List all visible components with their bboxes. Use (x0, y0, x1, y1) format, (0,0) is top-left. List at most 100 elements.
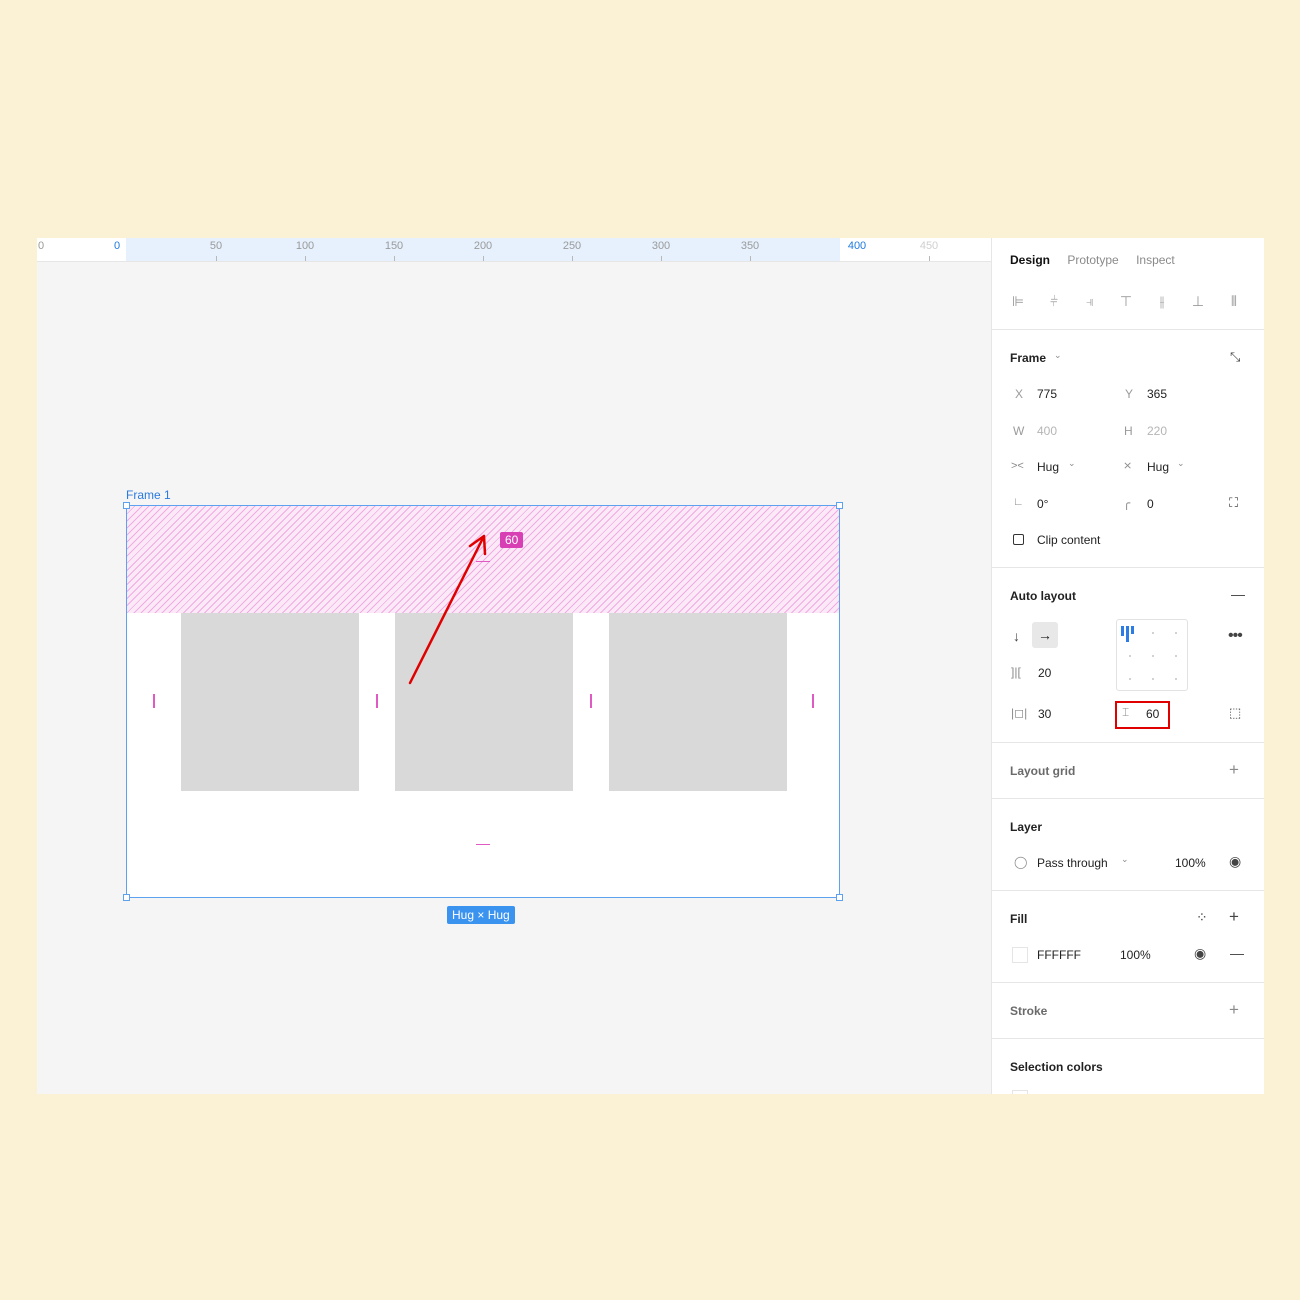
tab-inspect[interactable]: Inspect (1136, 253, 1175, 267)
arrow-right-icon: → (1038, 627, 1052, 643)
fill-opacity-field[interactable]: 100% (1120, 948, 1151, 962)
remove-auto-layout-icon[interactable]: — (1231, 586, 1245, 602)
add-icon[interactable]: + (1229, 760, 1239, 780)
item-spacing-field[interactable]: 20 (1038, 666, 1051, 680)
annotation-highlight-box (1115, 701, 1170, 729)
selection-colors-section-title: Selection colors (1010, 1060, 1103, 1074)
properties-panel: Design Prototype Inspect ⊫ ⫩ ⫣ ⊤ ⫲ ⊥ ⫴ F… (991, 238, 1264, 1094)
blend-mode-select[interactable]: Pass through (1037, 856, 1108, 870)
align-left-icon[interactable]: ⊫ (1010, 293, 1026, 310)
ruler-label: 100 (295, 240, 315, 252)
distribute-icon[interactable]: ⫴ (1226, 293, 1242, 310)
alignment-dot (1175, 632, 1177, 634)
ruler-label: 50 (209, 240, 223, 252)
tab-design[interactable]: Design (1010, 253, 1050, 267)
chevron-down-icon[interactable]: ⌄ (1177, 458, 1185, 469)
padding-marker (812, 694, 814, 708)
horizontal-padding-field[interactable]: 30 (1038, 707, 1051, 721)
add-icon[interactable]: + (1229, 1000, 1239, 1020)
ruler-tick (483, 256, 484, 261)
child-rectangle[interactable] (609, 613, 787, 791)
y-field[interactable]: 365 (1147, 387, 1167, 401)
horizontal-resize-icon: >< (1011, 460, 1024, 472)
alignment-dot (1175, 655, 1177, 657)
resize-handle-top-left[interactable] (123, 502, 130, 509)
selected-frame[interactable]: 60 (126, 505, 840, 898)
independent-corners-icon[interactable]: ⛶ (1229, 495, 1238, 511)
frame-section-title[interactable]: Frame (1010, 351, 1046, 365)
section-divider (992, 982, 1264, 983)
height-field[interactable]: 220 (1147, 424, 1167, 438)
vertical-direction-icon[interactable]: ↓ (1013, 628, 1020, 644)
blend-mode-icon: ◯ (1014, 855, 1028, 869)
ruler-label-edge-left: 0 (37, 240, 45, 252)
selection-color-swatch[interactable] (1012, 1090, 1028, 1094)
height-mode-select[interactable]: Hug (1147, 460, 1169, 474)
chevron-down-icon[interactable]: ⌄ (1068, 458, 1076, 469)
remove-icon[interactable]: — (1230, 945, 1244, 961)
chevron-down-icon[interactable]: ⌄ (1121, 854, 1129, 865)
ruler-tick (750, 256, 751, 261)
padding-marker (153, 694, 155, 708)
child-rectangle[interactable] (395, 613, 573, 791)
align-right-icon[interactable]: ⫣ (1082, 293, 1098, 310)
top-ruler: 0 0 50 100 150 200 250 300 350 400 450 (37, 238, 991, 262)
ruler-tick (929, 256, 930, 261)
individual-padding-icon[interactable]: ⬚ (1229, 705, 1241, 721)
top-padding-highlight (127, 506, 839, 613)
ruler-tick (394, 256, 395, 261)
more-options-icon[interactable]: ••• (1228, 627, 1243, 645)
section-divider (992, 567, 1264, 568)
style-grid-icon[interactable]: ⁘ (1196, 909, 1208, 926)
fill-color-swatch[interactable] (1012, 947, 1028, 963)
width-field[interactable]: 400 (1037, 424, 1057, 438)
w-label: W (1013, 424, 1025, 438)
layer-section-title: Layer (1010, 820, 1043, 834)
alignment-dot (1129, 655, 1131, 657)
alignment-picker[interactable] (1116, 619, 1188, 691)
top-padding-marker (476, 561, 490, 562)
horizontal-direction-button[interactable]: → (1032, 622, 1058, 648)
ruler-label: 300 (651, 240, 671, 252)
alignment-dot (1175, 678, 1177, 680)
design-canvas[interactable]: Frame 1 60 Hug × Hug (37, 262, 991, 1094)
frame-name-label[interactable]: Frame 1 (126, 488, 171, 502)
rotation-field[interactable]: 0° (1037, 497, 1048, 511)
alignment-bar-icon (1121, 626, 1124, 636)
width-mode-select[interactable]: Hug (1037, 460, 1059, 474)
fill-hex-field[interactable]: FFFFFF (1037, 948, 1081, 962)
x-field[interactable]: 775 (1037, 387, 1057, 401)
resize-handle-bottom-left[interactable] (123, 894, 130, 901)
alignment-bar-icon (1131, 626, 1134, 634)
ruler-tick (572, 256, 573, 261)
align-bottom-icon[interactable]: ⊥ (1190, 293, 1206, 310)
ruler-label: 150 (384, 240, 404, 252)
corner-radius-field[interactable]: 0 (1147, 497, 1154, 511)
spacing-marker (376, 694, 378, 708)
eye-icon[interactable]: ◉ (1229, 853, 1241, 870)
ruler-label-start: 0 (113, 240, 121, 252)
resize-handle-bottom-right[interactable] (836, 894, 843, 901)
vertical-resize-icon: ⨯ (1123, 460, 1133, 472)
horizontal-padding-icon: |◻| (1011, 706, 1028, 720)
align-top-icon[interactable]: ⊤ (1118, 293, 1134, 310)
resize-handle-top-right[interactable] (836, 502, 843, 509)
tab-prototype[interactable]: Prototype (1067, 253, 1118, 267)
add-icon[interactable]: + (1229, 907, 1239, 927)
size-mode-badge: Hug × Hug (447, 906, 515, 924)
resize-to-fit-icon[interactable]: ⤡ (1230, 349, 1240, 365)
align-vertical-center-icon[interactable]: ⫲ (1154, 293, 1170, 310)
x-label: X (1015, 387, 1024, 401)
y-label: Y (1125, 387, 1134, 401)
align-horizontal-center-icon[interactable]: ⫩ (1046, 293, 1062, 310)
layer-opacity-field[interactable]: 100% (1175, 856, 1206, 870)
padding-value-badge: 60 (500, 532, 524, 548)
clip-content-checkbox[interactable] (1013, 534, 1024, 545)
eye-icon[interactable]: ◉ (1194, 945, 1206, 962)
child-rectangle[interactable] (181, 613, 359, 791)
bottom-padding-marker (476, 844, 490, 845)
ruler-tick (216, 256, 217, 261)
figma-app-window: 0 0 50 100 150 200 250 300 350 400 450 F… (37, 238, 1264, 1094)
clip-content-label[interactable]: Clip content (1037, 533, 1100, 547)
chevron-down-icon[interactable]: ⌄ (1054, 350, 1062, 361)
